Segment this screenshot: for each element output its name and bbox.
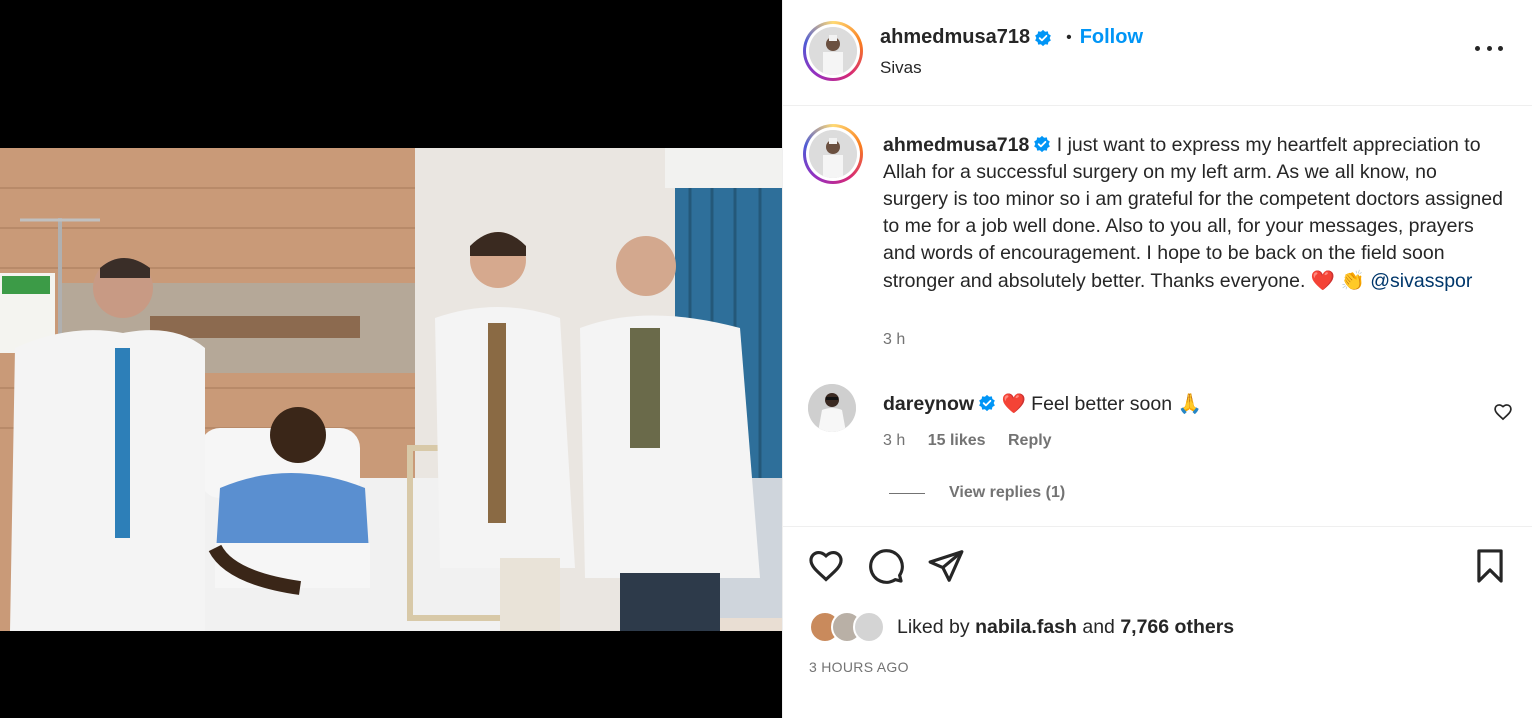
like-heart-icon[interactable]: [807, 547, 845, 585]
liked-by-summary: Liked by nabila.fash and 7,766 others: [809, 611, 1234, 643]
save-bookmark-icon[interactable]: [1471, 547, 1509, 585]
commenter-avatar[interactable]: [808, 384, 856, 432]
post-side-panel: ahmedmusa718 • Follow Sivas ahmedmusa718…: [782, 0, 1532, 718]
post-timestamp[interactable]: 3 HOURS AGO: [809, 659, 909, 675]
media-pane: [0, 0, 782, 718]
pray-emoji-icon: 🙏: [1177, 392, 1202, 415]
comment-text: Feel better soon: [1031, 393, 1173, 415]
liker-avatar: [853, 611, 885, 643]
liked-by-others[interactable]: 7,766 others: [1120, 616, 1234, 639]
clap-emoji-icon: 👏: [1340, 269, 1365, 292]
verified-badge-icon: [1034, 135, 1051, 153]
caption-body: ahmedmusa718 I just want to express my h…: [883, 132, 1503, 295]
liked-by-and: and: [1082, 615, 1115, 638]
verified-badge-icon: [1035, 29, 1051, 46]
post-photo[interactable]: [0, 148, 782, 631]
post-caption: ahmedmusa718 I just want to express my h…: [783, 106, 1532, 526]
post-location[interactable]: Sivas: [880, 58, 922, 78]
caption-text: I just want to express my heartfelt appr…: [883, 134, 1503, 292]
heart-emoji-icon: ❤️: [1310, 269, 1336, 292]
liked-by-prefix: Liked by: [897, 615, 970, 638]
author-avatar[interactable]: [803, 21, 863, 81]
caption-author-avatar[interactable]: [803, 124, 863, 184]
post-header: ahmedmusa718 • Follow Sivas: [783, 0, 1532, 106]
author-username[interactable]: ahmedmusa718: [880, 26, 1030, 49]
liked-by-user[interactable]: nabila.fash: [975, 616, 1077, 639]
replies-divider-line: [889, 492, 925, 494]
comment-body: dareynow ❤️ Feel better soon 🙏: [883, 392, 1202, 416]
follow-button[interactable]: Follow: [1080, 26, 1143, 49]
heart-emoji-icon: ❤️: [1001, 392, 1026, 415]
comment-time[interactable]: 3 h: [883, 432, 905, 449]
verified-badge-icon: [979, 394, 995, 412]
comment-meta: 3 h 15 likes Reply: [883, 432, 1052, 450]
caption-time[interactable]: 3 h: [883, 331, 905, 349]
comment-like-heart-icon[interactable]: [1493, 402, 1513, 422]
liked-avatars[interactable]: [809, 611, 889, 643]
comment-icon[interactable]: [867, 547, 905, 585]
mention-link[interactable]: @sivasspor: [1370, 270, 1472, 292]
caption-username[interactable]: ahmedmusa718: [883, 134, 1029, 156]
commenter-username[interactable]: dareynow: [883, 393, 974, 415]
post-actions: Liked by nabila.fash and 7,766 others 3 …: [783, 526, 1532, 718]
hospital-room-photo: [0, 148, 782, 631]
view-replies-label: View replies (1): [949, 484, 1066, 501]
instagram-post-modal: ahmedmusa718 • Follow Sivas ahmedmusa718…: [0, 0, 1532, 718]
separator-dot: •: [1066, 28, 1072, 46]
author-info: ahmedmusa718 • Follow: [880, 26, 1143, 49]
comment-likes[interactable]: 15 likes: [928, 432, 986, 449]
reply-button[interactable]: Reply: [1008, 432, 1052, 449]
share-send-icon[interactable]: [927, 547, 965, 585]
view-replies-button[interactable]: View replies (1): [889, 484, 1065, 502]
more-options-icon[interactable]: [1475, 38, 1503, 58]
